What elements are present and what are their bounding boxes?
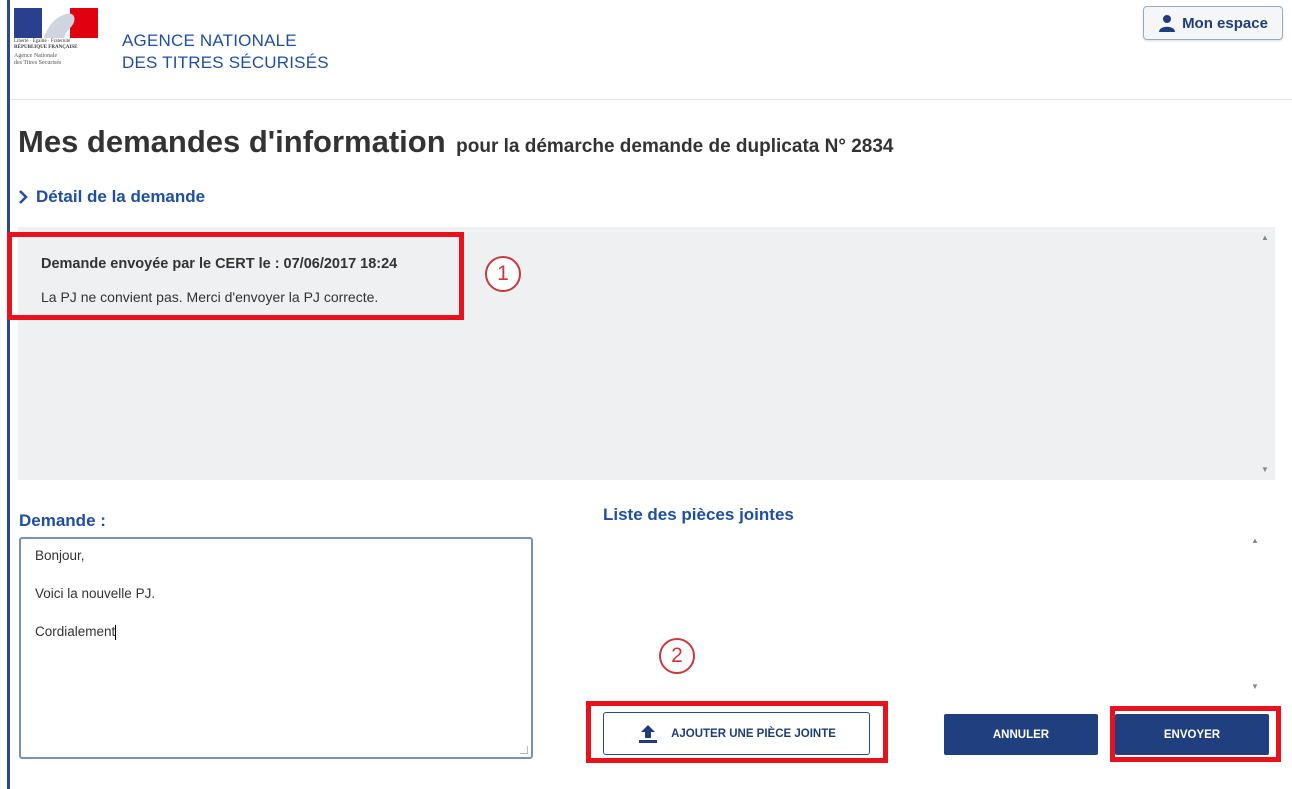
republique-francaise-logo[interactable]: Liberté · Égalité · Fraternité RÉPUBLIQU… — [14, 8, 98, 86]
send-button[interactable]: ENVOYER — [1115, 714, 1269, 755]
page-subtitle: pour la démarche demande de duplicata N°… — [456, 136, 894, 157]
demande-line-1: Bonjour, — [35, 548, 85, 563]
logo-text: Liberté · Égalité · Fraternité RÉPUBLIQU… — [14, 39, 98, 67]
upload-icon — [639, 724, 658, 743]
message-scrollbar[interactable]: ▲ ▼ — [1257, 227, 1275, 480]
user-icon — [1159, 15, 1176, 32]
text-caret — [115, 624, 117, 640]
logo-republic: RÉPUBLIQUE FRANÇAISE — [14, 45, 78, 50]
cancel-button[interactable]: ANNULER — [944, 714, 1098, 755]
detail-demande-toggle[interactable]: Détail de la demande — [18, 187, 205, 207]
marianne-logo-icon — [14, 8, 98, 38]
scroll-down-icon[interactable]: ▼ — [1261, 465, 1269, 474]
demande-textarea[interactable]: Bonjour, Voici la nouvelle PJ. Cordialem… — [19, 537, 533, 759]
logo-agency-line2: des Titres Sécurisés — [14, 60, 62, 67]
chevron-right-icon — [19, 190, 28, 204]
agency-name-line1: AGENCE NATIONALE — [122, 31, 297, 50]
demande-line-2: Voici la nouvelle PJ. — [35, 586, 156, 601]
scroll-up-icon[interactable]: ▲ — [1261, 233, 1269, 242]
detail-demande-label: Détail de la demande — [36, 187, 206, 206]
add-attachment-button[interactable]: AJOUTER UNE PIÈCE JOINTE — [603, 712, 870, 755]
logo-agency-line1: Agence Nationale — [14, 53, 58, 59]
attachments-label: Liste des pièces jointes — [603, 505, 794, 524]
left-border — [7, 0, 10, 789]
mon-espace-button[interactable]: Mon espace — [1143, 6, 1283, 40]
demande-line-3: Cordialement — [35, 624, 116, 639]
scroll-up-icon[interactable]: ▲ — [1251, 536, 1259, 545]
demande-label: Demande : — [19, 511, 106, 530]
agency-name[interactable]: AGENCE NATIONALE DES TITRES SÉCURISÉS — [122, 30, 329, 74]
resize-handle[interactable] — [520, 746, 528, 754]
agency-name-line2: DES TITRES SÉCURISÉS — [122, 53, 329, 72]
page-title-main: Mes demandes d'information — [18, 124, 446, 159]
annotation-box-1 — [7, 232, 464, 320]
scroll-down-icon[interactable]: ▼ — [1251, 682, 1259, 691]
site-header: Liberté · Égalité · Fraternité RÉPUBLIQU… — [10, 0, 1292, 100]
annotation-number-1: 1 — [485, 256, 521, 292]
attachments-scrollbar[interactable]: ▲ ▼ — [1247, 530, 1267, 695]
page-title: Mes demandes d'information pour la démar… — [18, 124, 893, 160]
add-attachment-label: AJOUTER UNE PIÈCE JOINTE — [671, 727, 836, 740]
mon-espace-label: Mon espace — [1182, 14, 1268, 32]
annotation-number-2: 2 — [659, 638, 695, 674]
